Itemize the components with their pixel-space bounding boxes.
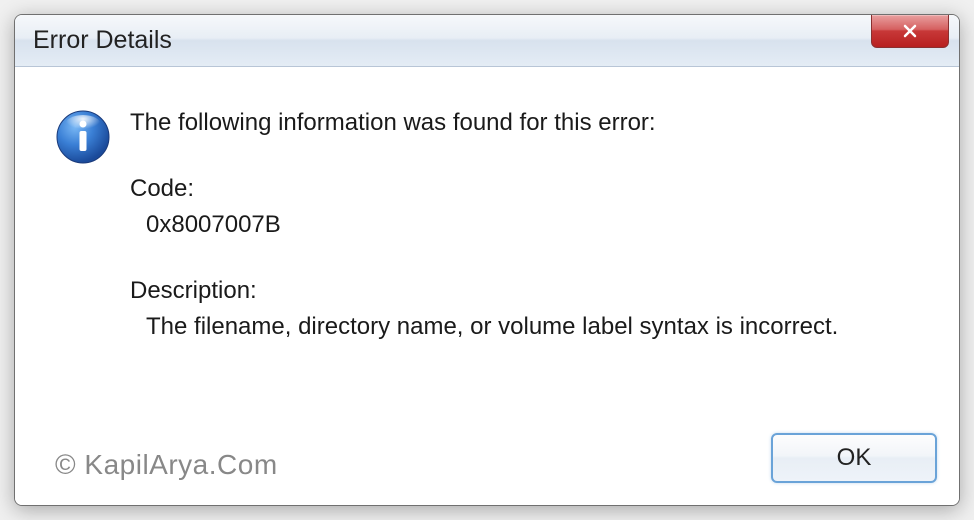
error-dialog: Error Details — [14, 14, 960, 506]
content-area: The following information was found for … — [15, 67, 959, 505]
watermark: © KapilArya.Com — [55, 449, 278, 481]
description-value: The filename, directory name, or volume … — [130, 309, 919, 345]
code-label: Code: — [130, 171, 919, 207]
error-heading: The following information was found for … — [130, 105, 919, 141]
text-column: The following information was found for … — [130, 105, 919, 485]
info-icon — [55, 109, 111, 165]
titlebar: Error Details — [15, 15, 959, 67]
close-icon — [900, 23, 920, 39]
button-row: OK — [771, 433, 937, 483]
icon-column — [55, 105, 130, 485]
window-title: Error Details — [33, 26, 951, 55]
code-value: 0x8007007B — [130, 207, 919, 243]
ok-button[interactable]: OK — [771, 433, 937, 483]
description-label: Description: — [130, 273, 919, 309]
close-button[interactable] — [871, 14, 949, 48]
